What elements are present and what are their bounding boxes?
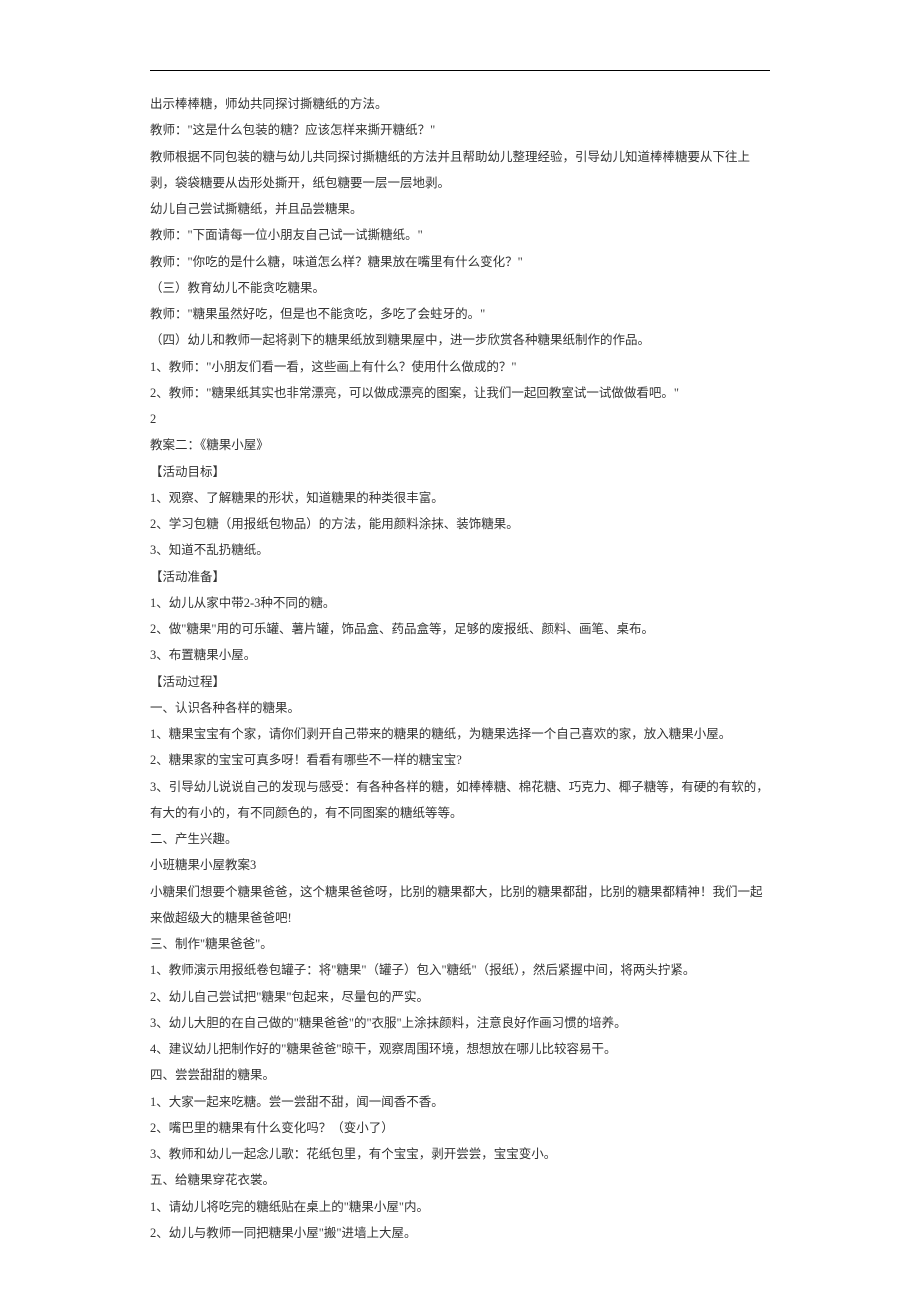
text-line: 教师："这是什么包装的糖？应该怎样来撕开糖纸？": [150, 117, 770, 143]
text-line: 2: [150, 406, 770, 432]
text-line: 教师："下面请每一位小朋友自己试一试撕糖纸。": [150, 222, 770, 248]
text-line: 教师根据不同包装的糖与幼儿共同探讨撕糖纸的方法并且帮助幼儿整理经验，引导幼儿知道…: [150, 144, 770, 197]
text-line: 小糖果们想要个糖果爸爸，这个糖果爸爸呀，比别的糖果都大，比别的糖果都甜，比别的糖…: [150, 879, 770, 932]
text-line: 1、教师演示用报纸卷包罐子：将"糖果"（罐子）包入"糖纸"（报纸），然后紧握中间…: [150, 957, 770, 983]
page-divider: [150, 70, 770, 71]
text-line: 1、幼儿从家中带2-3种不同的糖。: [150, 590, 770, 616]
text-line: 小班糖果小屋教案3: [150, 852, 770, 878]
text-line: 教案二：《糖果小屋》: [150, 432, 770, 458]
text-line: （三）教育幼儿不能贪吃糖果。: [150, 275, 770, 301]
text-line: 3、知道不乱扔糖纸。: [150, 537, 770, 563]
text-line: 1、糖果宝宝有个家，请你们剥开自己带来的糖果的糖纸，为糖果选择一个自己喜欢的家，…: [150, 721, 770, 747]
text-line: 1、大家一起来吃糖。尝一尝甜不甜，闻一闻香不香。: [150, 1089, 770, 1115]
text-line: 2、做"糖果"用的可乐罐、薯片罐，饰品盒、药品盒等，足够的废报纸、颜料、画笔、桌…: [150, 616, 770, 642]
text-line: 五、给糖果穿花衣裳。: [150, 1167, 770, 1193]
document-body: 出示棒棒糖，师幼共同探讨撕糖纸的方法。教师："这是什么包装的糖？应该怎样来撕开糖…: [150, 91, 770, 1246]
text-line: 2、教师："糖果纸其实也非常漂亮，可以做成漂亮的图案，让我们一起回教室试一试做做…: [150, 380, 770, 406]
text-line: 1、教师："小朋友们看一看，这些画上有什么？使用什么做成的？": [150, 354, 770, 380]
text-line: 四、尝尝甜甜的糖果。: [150, 1062, 770, 1088]
text-line: 4、建议幼儿把制作好的"糖果爸爸"晾干，观察周围环境，想想放在哪儿比较容易干。: [150, 1036, 770, 1062]
text-line: （四）幼儿和教师一起将剥下的糖果纸放到糖果屋中，进一步欣赏各种糖果纸制作的作品。: [150, 327, 770, 353]
text-line: 3、引导幼儿说说自己的发现与感受：有各种各样的糖，如棒棒糖、棉花糖、巧克力、椰子…: [150, 774, 770, 827]
text-line: 2、嘴巴里的糖果有什么变化吗？（变小了）: [150, 1115, 770, 1141]
text-line: 教师："糖果虽然好吃，但是也不能贪吃，多吃了会蛀牙的。": [150, 301, 770, 327]
text-line: 2、学习包糖（用报纸包物品）的方法，能用颜料涂抹、装饰糖果。: [150, 511, 770, 537]
text-line: 【活动准备】: [150, 564, 770, 590]
text-line: 【活动目标】: [150, 459, 770, 485]
text-line: 【活动过程】: [150, 669, 770, 695]
text-line: 2、幼儿自己尝试把"糖果"包起来，尽量包的严实。: [150, 984, 770, 1010]
text-line: 三、制作"糖果爸爸"。: [150, 931, 770, 957]
text-line: 二、产生兴趣。: [150, 826, 770, 852]
text-line: 2、糖果家的宝宝可真多呀！看看有哪些不一样的糖宝宝?: [150, 747, 770, 773]
text-line: 3、教师和幼儿一起念儿歌：花纸包里，有个宝宝，剥开尝尝，宝宝变小。: [150, 1141, 770, 1167]
text-line: 教师："你吃的是什么糖，味道怎么样？糖果放在嘴里有什么变化？": [150, 249, 770, 275]
text-line: 一、认识各种各样的糖果。: [150, 695, 770, 721]
text-line: 2、幼儿与教师一同把糖果小屋"搬"进墙上大屋。: [150, 1220, 770, 1246]
text-line: 幼儿自己尝试撕糖纸，并且品尝糖果。: [150, 196, 770, 222]
document-page: 出示棒棒糖，师幼共同探讨撕糖纸的方法。教师："这是什么包装的糖？应该怎样来撕开糖…: [0, 0, 920, 1306]
text-line: 3、幼儿大胆的在自己做的"糖果爸爸"的"衣服"上涂抹颜料，注意良好作画习惯的培养…: [150, 1010, 770, 1036]
text-line: 1、请幼儿将吃完的糖纸贴在桌上的"糖果小屋"内。: [150, 1194, 770, 1220]
text-line: 1、观察、了解糖果的形状，知道糖果的种类很丰富。: [150, 485, 770, 511]
text-line: 出示棒棒糖，师幼共同探讨撕糖纸的方法。: [150, 91, 770, 117]
text-line: 3、布置糖果小屋。: [150, 642, 770, 668]
